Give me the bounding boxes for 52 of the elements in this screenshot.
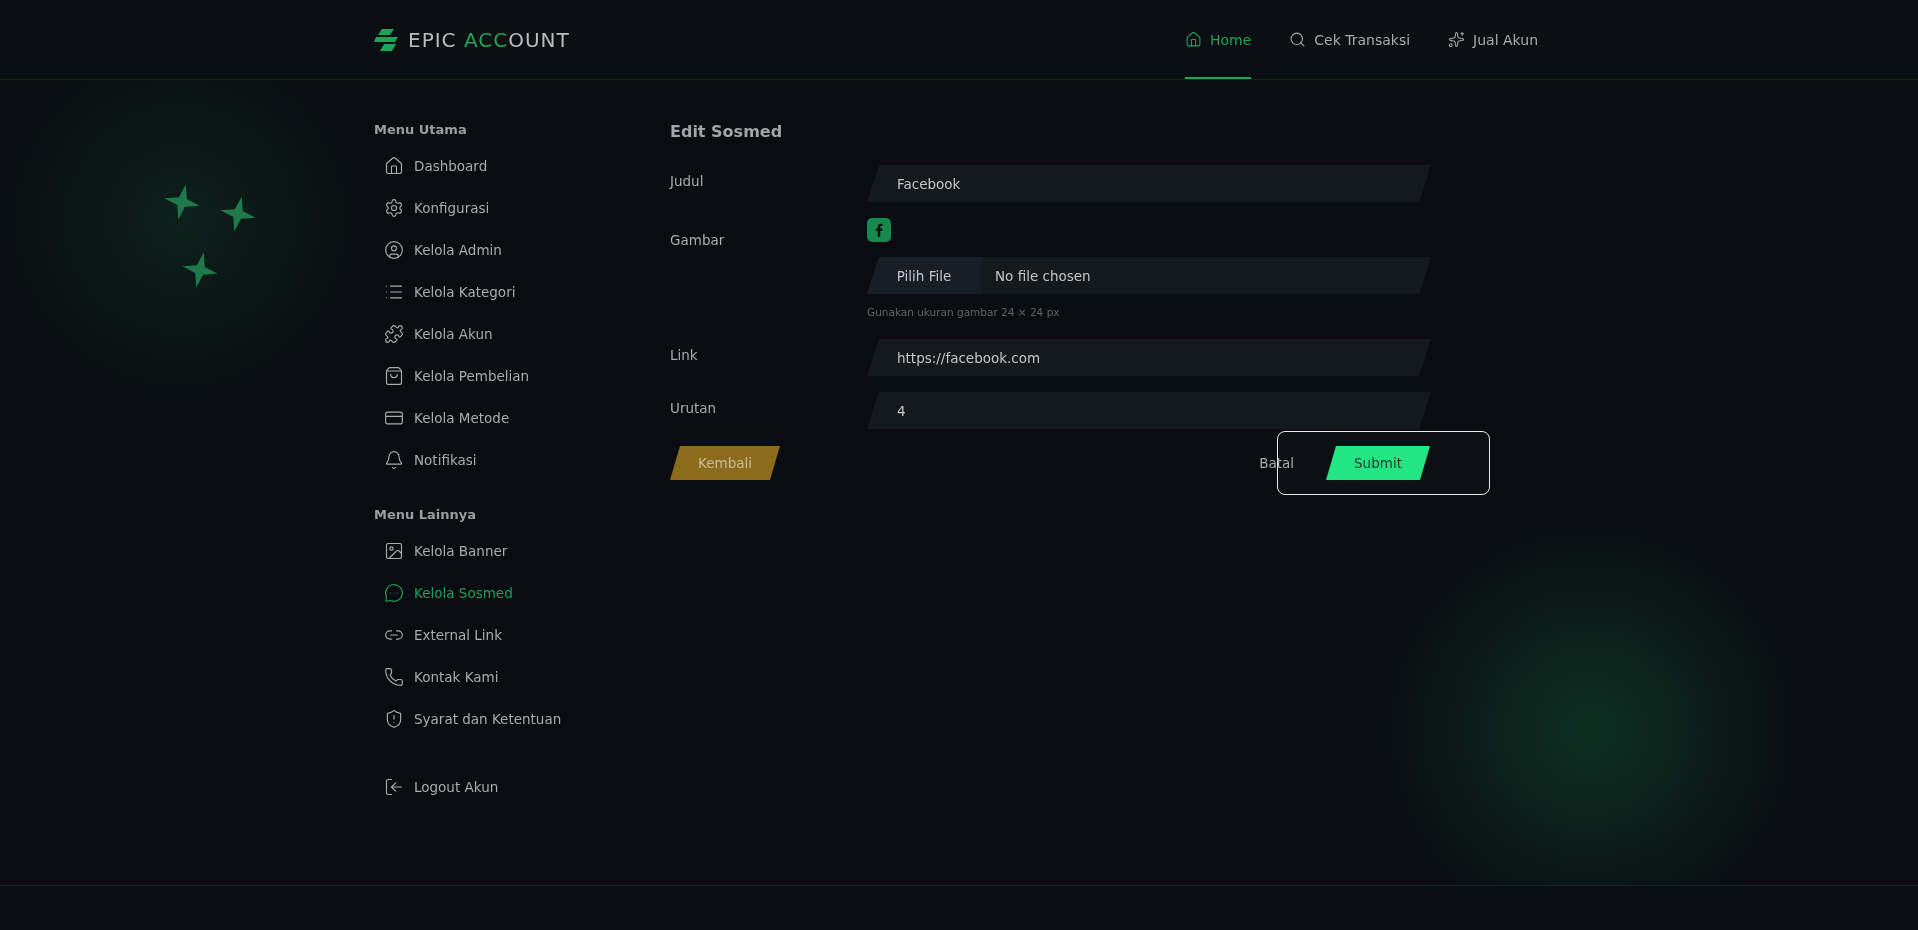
phone-icon xyxy=(384,667,404,687)
field-label: Gambar xyxy=(670,231,726,250)
nav-link[interactable]: Home xyxy=(1184,0,1252,79)
sparkle-icon xyxy=(220,196,256,232)
search-icon xyxy=(1289,31,1307,48)
shield-icon xyxy=(384,709,404,729)
sidebar-item[interactable]: External Link xyxy=(374,614,502,656)
input-field[interactable]: 4 xyxy=(867,392,1431,429)
file-input-field[interactable]: Pilih File No file chosen xyxy=(867,257,1431,294)
file-status-text: No file chosen xyxy=(994,267,1091,284)
logo-text: EPIC ACCOUNT xyxy=(408,27,570,52)
nav-link[interactable]: Jual Akun xyxy=(1448,0,1538,79)
input-field[interactable]: Facebook xyxy=(867,165,1431,202)
nav-link[interactable]: Cek Transaksi xyxy=(1289,0,1411,79)
home-icon xyxy=(384,156,404,176)
sidebar-item[interactable]: Konfigurasi xyxy=(374,187,490,229)
sidebar-item[interactable]: Notifikasi xyxy=(374,439,477,481)
hint-text: Gunakan ukuran gambar 24 × 24 px xyxy=(867,306,1061,318)
input-field[interactable]: https://facebook.com xyxy=(867,339,1431,376)
sidebar-item[interactable]: Kelola Akun xyxy=(374,313,493,355)
settings-icon xyxy=(384,198,404,218)
sidebar-item[interactable]: Kelola Admin xyxy=(374,229,502,271)
user-circle-icon xyxy=(384,240,404,260)
sidebar-item[interactable]: Kelola Pembelian xyxy=(374,355,530,397)
logo-icon xyxy=(374,26,400,53)
section-title: Menu Utama xyxy=(374,122,468,137)
sidebar-item[interactable]: Kelola Sosmed xyxy=(374,572,513,614)
bag-icon xyxy=(384,366,404,386)
sidebar-item[interactable]: Syarat dan Ketentuan xyxy=(374,698,562,740)
sidebar-item[interactable]: Kelola Banner xyxy=(374,530,508,572)
field-label: Link xyxy=(670,346,699,365)
sidebar-item[interactable]: Kontak Kami xyxy=(374,656,499,698)
sidebar-item[interactable]: Dashboard xyxy=(374,145,488,187)
field-label: Urutan xyxy=(670,399,718,418)
submit-button[interactable]: Submit xyxy=(1326,446,1430,480)
chat-bubble-icon xyxy=(384,583,404,603)
logout-link[interactable]: Logout Akun xyxy=(374,766,499,808)
field-label: Judul xyxy=(670,172,705,191)
sidebar-item[interactable]: Kelola Metode xyxy=(374,397,510,439)
puzzle-icon xyxy=(384,324,404,344)
choose-file-button[interactable]: Pilih File xyxy=(867,257,981,294)
home-icon xyxy=(1184,31,1202,48)
facebook-image-icon xyxy=(867,218,891,242)
page-title: Edit Sosmed xyxy=(670,122,784,141)
bell-icon xyxy=(384,450,404,470)
sparkle-icon xyxy=(164,184,200,220)
image-icon xyxy=(384,541,404,561)
sparkles-icon xyxy=(1448,31,1466,48)
exit-door-icon xyxy=(384,777,404,797)
sidebar-item[interactable]: Kelola Kategori xyxy=(374,271,516,313)
section-title: Menu Lainnya xyxy=(374,507,478,522)
sparkle-icon xyxy=(182,252,218,288)
